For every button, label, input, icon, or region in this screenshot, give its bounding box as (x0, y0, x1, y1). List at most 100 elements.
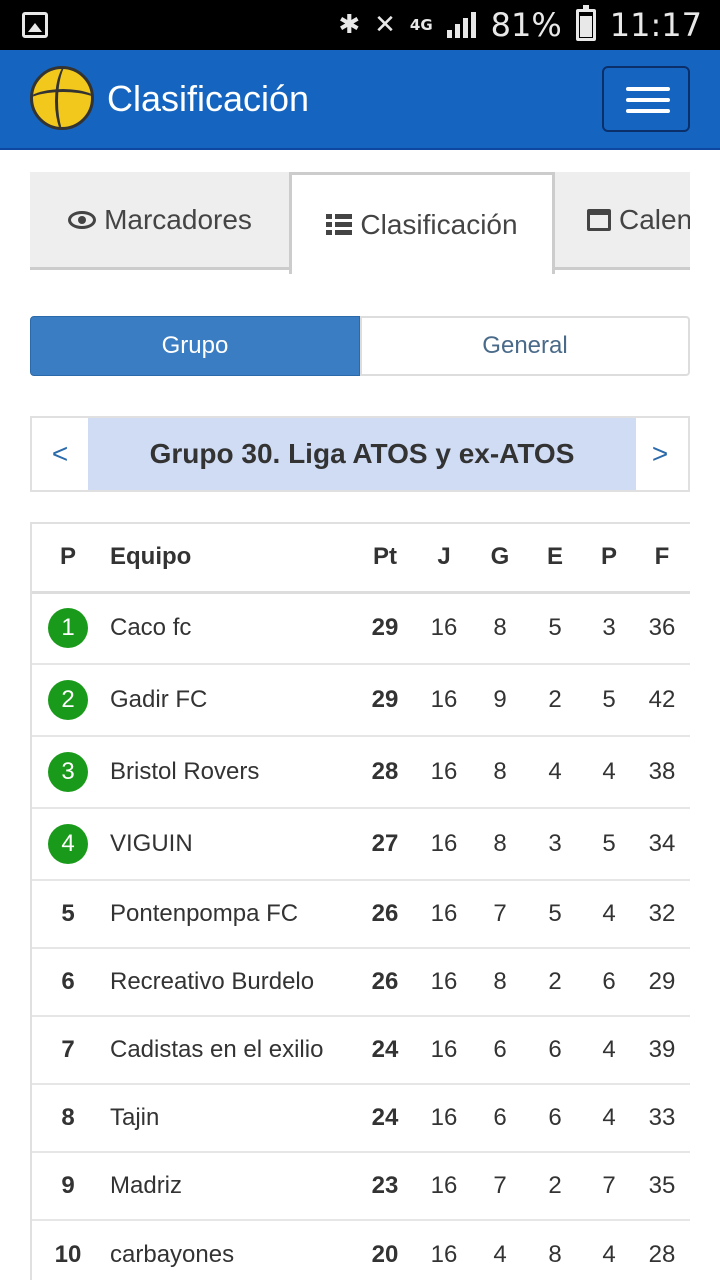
battery-percent: 81% (490, 6, 562, 44)
calendar-icon (587, 208, 611, 231)
team-name[interactable]: Caco fc (104, 591, 356, 664)
played-cell: 16 (414, 735, 474, 808)
header-played[interactable]: J (414, 524, 474, 594)
drawn-cell: 6 (526, 1083, 584, 1152)
played-cell: 16 (414, 1015, 474, 1084)
team-name[interactable]: Cadistas en el exilio (104, 1015, 356, 1084)
drawn-cell: 4 (526, 735, 584, 808)
won-cell: 4 (474, 1219, 526, 1280)
won-cell: 7 (474, 879, 526, 948)
battery-icon (575, 5, 596, 41)
status-icons: ✱ ✕ 4G 81% 11:17 (338, 0, 702, 50)
drawn-cell: 5 (526, 591, 584, 664)
position-number: 9 (61, 1172, 75, 1199)
status-bar: ✱ ✕ 4G 81% 11:17 (0, 0, 720, 50)
table-row[interactable]: 4 VIGUIN 27 16 8 3 5 34 (32, 807, 690, 880)
header-team[interactable]: Equipo (104, 524, 356, 594)
lost-cell: 5 (584, 807, 634, 880)
next-group-button[interactable]: > (632, 418, 688, 490)
played-cell: 16 (414, 1151, 474, 1220)
team-name[interactable]: Pontenpompa FC (104, 879, 356, 948)
won-cell: 6 (474, 1083, 526, 1152)
tab-clasificacion[interactable]: Clasificación (289, 172, 555, 274)
lost-cell: 4 (584, 1015, 634, 1084)
team-name[interactable]: Recreativo Burdelo (104, 947, 356, 1016)
header-drawn[interactable]: E (526, 524, 584, 594)
previous-group-button[interactable]: < (32, 418, 88, 490)
bluetooth-icon: ✱ (338, 10, 361, 40)
won-cell: 8 (474, 947, 526, 1016)
position-number: 8 (61, 1104, 75, 1131)
goals-for-cell: 42 (634, 663, 690, 736)
position-cell: 7 (32, 1015, 104, 1084)
header-goals-for[interactable]: F (634, 524, 690, 594)
section-tabs: Marcadores Clasificación Calendario (30, 172, 690, 274)
network-type-icon: 4G (409, 16, 433, 34)
table-row[interactable]: 9 Madriz 23 16 7 2 7 35 (32, 1151, 690, 1220)
table-row[interactable]: 1 Caco fc 29 16 8 5 3 36 (32, 591, 690, 664)
played-cell: 16 (414, 879, 474, 948)
team-name[interactable]: Gadir FC (104, 663, 356, 736)
points-cell: 27 (356, 807, 414, 880)
tab-calendario[interactable]: Calendario (555, 172, 690, 270)
volleyball-logo-icon[interactable] (30, 66, 94, 130)
signal-icon (446, 12, 477, 38)
table-row[interactable]: 8 Tajin 24 16 6 6 4 33 (32, 1083, 690, 1152)
header-won[interactable]: G (474, 524, 526, 594)
position-cell: 3 (32, 735, 104, 808)
table-row[interactable]: 5 Pontenpompa FC 26 16 7 5 4 32 (32, 879, 690, 948)
goals-for-cell: 39 (634, 1015, 690, 1084)
played-cell: 16 (414, 807, 474, 880)
table-row[interactable]: 7 Cadistas en el exilio 24 16 6 6 4 39 (32, 1015, 690, 1084)
table-row[interactable]: 3 Bristol Rovers 28 16 8 4 4 38 (32, 735, 690, 808)
lost-cell: 4 (584, 879, 634, 948)
points-cell: 28 (356, 735, 414, 808)
position-cell: 6 (32, 947, 104, 1016)
drawn-cell: 6 (526, 1015, 584, 1084)
position-number: 6 (61, 968, 75, 995)
drawn-cell: 2 (526, 663, 584, 736)
won-cell: 9 (474, 663, 526, 736)
drawn-cell: 2 (526, 947, 584, 1016)
position-badge: 1 (48, 608, 88, 649)
table-row[interactable]: 10 carbayones 20 16 4 8 4 28 (32, 1219, 690, 1280)
points-cell: 20 (356, 1219, 414, 1280)
header-lost[interactable]: P (584, 524, 634, 594)
clock: 11:17 (609, 6, 702, 44)
team-name[interactable]: Tajin (104, 1083, 356, 1152)
goals-for-cell: 34 (634, 807, 690, 880)
position-badge: 3 (48, 752, 88, 792)
goals-for-cell: 28 (634, 1219, 690, 1280)
team-name[interactable]: Bristol Rovers (104, 735, 356, 808)
won-cell: 7 (474, 1151, 526, 1220)
points-cell: 23 (356, 1151, 414, 1220)
table-row[interactable]: 6 Recreativo Burdelo 26 16 8 2 6 29 (32, 947, 690, 1016)
team-name[interactable]: Madriz (104, 1151, 356, 1220)
eye-icon (68, 210, 97, 229)
drawn-cell: 3 (526, 807, 584, 880)
points-cell: 29 (356, 591, 414, 664)
played-cell: 16 (414, 663, 474, 736)
hamburger-menu-button[interactable] (602, 66, 690, 132)
position-cell: 5 (32, 879, 104, 948)
table-row[interactable]: 2 Gadir FC 29 16 9 2 5 42 (32, 663, 690, 736)
position-cell: 9 (32, 1151, 104, 1220)
lost-cell: 3 (584, 591, 634, 664)
points-cell: 29 (356, 663, 414, 736)
won-cell: 6 (474, 1015, 526, 1084)
team-name[interactable]: VIGUIN (104, 807, 356, 880)
position-cell: 10 (32, 1219, 104, 1280)
team-name[interactable]: carbayones (104, 1219, 356, 1280)
header-position[interactable]: P (32, 524, 104, 594)
general-button[interactable]: General (360, 316, 690, 376)
points-cell: 24 (356, 1083, 414, 1152)
played-cell: 16 (414, 591, 474, 664)
position-cell: 8 (32, 1083, 104, 1152)
goals-for-cell: 36 (634, 591, 690, 664)
header-points[interactable]: Pt (356, 524, 414, 594)
tab-marcadores[interactable]: Marcadores (30, 172, 290, 270)
grupo-button[interactable]: Grupo (30, 316, 360, 376)
list-icon (326, 213, 353, 236)
standings-table-container[interactable]: P Equipo Pt J G E P F 1 Caco fc 29 16 8 5 3 36 2… (30, 522, 690, 1280)
lost-cell: 5 (584, 663, 634, 736)
